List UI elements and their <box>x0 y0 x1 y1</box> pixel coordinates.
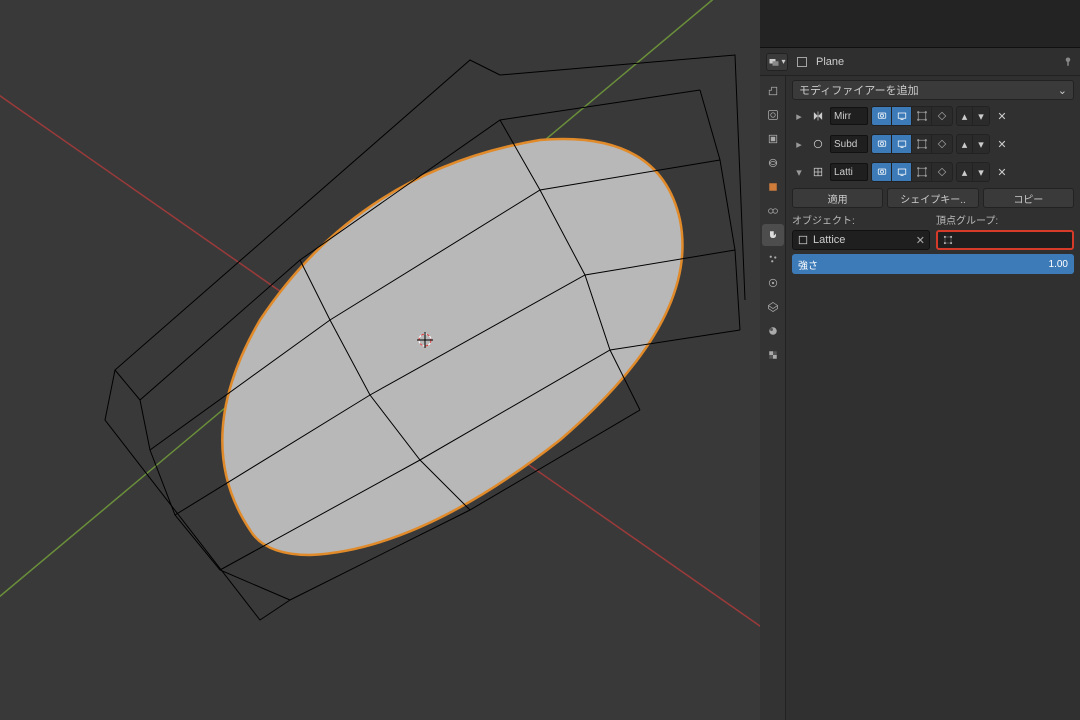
move-up-button[interactable]: ▴ <box>957 163 973 181</box>
vgroup-label: 頂点グループ: <box>936 212 1074 227</box>
top-header-spacer <box>760 0 1080 48</box>
remove-modifier-button[interactable]: ✕ <box>993 163 1011 181</box>
clear-object-button[interactable]: ✕ <box>916 234 925 247</box>
properties-tabs <box>760 76 786 720</box>
strength-slider[interactable]: 強さ 1.00 <box>792 254 1074 274</box>
modifier-name-input[interactable]: Subd <box>830 135 868 153</box>
copy-button[interactable]: コピー <box>983 188 1074 208</box>
lattice-icon <box>809 163 827 181</box>
strength-label: 強さ <box>798 257 818 272</box>
context-selector[interactable]: ▾ <box>766 53 788 71</box>
modifier-panel: モディファイアーを追加 ⌄ ▸ Mirr ▴ <box>786 76 1080 720</box>
modifier-name-input[interactable]: Mirr <box>830 107 868 125</box>
apply-button[interactable]: 適用 <box>792 188 883 208</box>
properties-region: ▾ Plane モディファ <box>760 0 1080 720</box>
tab-modifiers[interactable] <box>762 224 784 246</box>
visibility-toggles <box>871 106 953 126</box>
move-up-button[interactable]: ▴ <box>957 135 973 153</box>
toggle-cage[interactable] <box>932 163 952 181</box>
mirror-icon <box>809 107 827 125</box>
modifier-lattice-header: ▾ Latti ▴ ▾ ✕ <box>792 160 1074 184</box>
tab-output[interactable] <box>762 104 784 126</box>
move-down-button[interactable]: ▾ <box>973 107 989 125</box>
expand-toggle[interactable]: ▸ <box>792 110 806 123</box>
properties-breadcrumb: ▾ Plane <box>760 48 1080 76</box>
toggle-render[interactable] <box>872 135 892 153</box>
strength-value: 1.00 <box>1049 259 1068 270</box>
toggle-realtime[interactable] <box>892 135 912 153</box>
apply-shapekey-button[interactable]: シェイプキー.. <box>887 188 978 208</box>
tab-object[interactable] <box>762 176 784 198</box>
modifier-mirror-header: ▸ Mirr ▴ ▾ ✕ <box>792 104 1074 128</box>
expand-toggle[interactable]: ▾ <box>792 166 806 179</box>
toggle-realtime[interactable] <box>892 107 912 125</box>
modifier-name-input[interactable]: Latti <box>830 163 868 181</box>
toggle-render[interactable] <box>872 163 892 181</box>
object-label: オブジェクト: <box>792 212 930 227</box>
tab-particles[interactable] <box>762 248 784 270</box>
modifier-subdiv-header: ▸ Subd ▴ ▾ ✕ <box>792 132 1074 156</box>
move-up-button[interactable]: ▴ <box>957 107 973 125</box>
move-down-button[interactable]: ▾ <box>973 135 989 153</box>
tab-world[interactable] <box>762 152 784 174</box>
toggle-editmode[interactable] <box>912 163 932 181</box>
toggle-editmode[interactable] <box>912 107 932 125</box>
object-data-icon <box>797 234 809 246</box>
object-name-label: Plane <box>816 56 844 68</box>
tab-material[interactable] <box>762 320 784 342</box>
remove-modifier-button[interactable]: ✕ <box>993 135 1011 153</box>
add-modifier-dropdown[interactable]: モディファイアーを追加 ⌄ <box>792 80 1074 100</box>
tab-physics[interactable] <box>762 272 784 294</box>
tab-scene[interactable] <box>762 128 784 150</box>
chevron-down-icon: ⌄ <box>1058 84 1067 97</box>
lattice-object-field[interactable]: Lattice ✕ <box>792 230 930 250</box>
remove-modifier-button[interactable]: ✕ <box>993 107 1011 125</box>
object-icon <box>796 56 808 68</box>
tab-data[interactable] <box>762 296 784 318</box>
tab-constraints[interactable] <box>762 200 784 222</box>
vertex-group-field[interactable] <box>936 230 1074 250</box>
toggle-realtime[interactable] <box>892 163 912 181</box>
lattice-object-value: Lattice <box>813 234 845 246</box>
toggle-cage[interactable] <box>932 135 952 153</box>
toggle-editmode[interactable] <box>912 135 932 153</box>
tab-render[interactable] <box>762 80 784 102</box>
toggle-cage[interactable] <box>932 107 952 125</box>
pin-icon[interactable] <box>1062 56 1074 68</box>
move-down-button[interactable]: ▾ <box>973 163 989 181</box>
vgroup-icon <box>942 234 954 246</box>
add-modifier-label: モディファイアーを追加 <box>799 82 919 98</box>
toggle-render[interactable] <box>872 107 892 125</box>
expand-toggle[interactable]: ▸ <box>792 138 806 151</box>
subdiv-icon <box>809 135 827 153</box>
tab-texture[interactable] <box>762 344 784 366</box>
viewport-3d[interactable] <box>0 0 760 720</box>
